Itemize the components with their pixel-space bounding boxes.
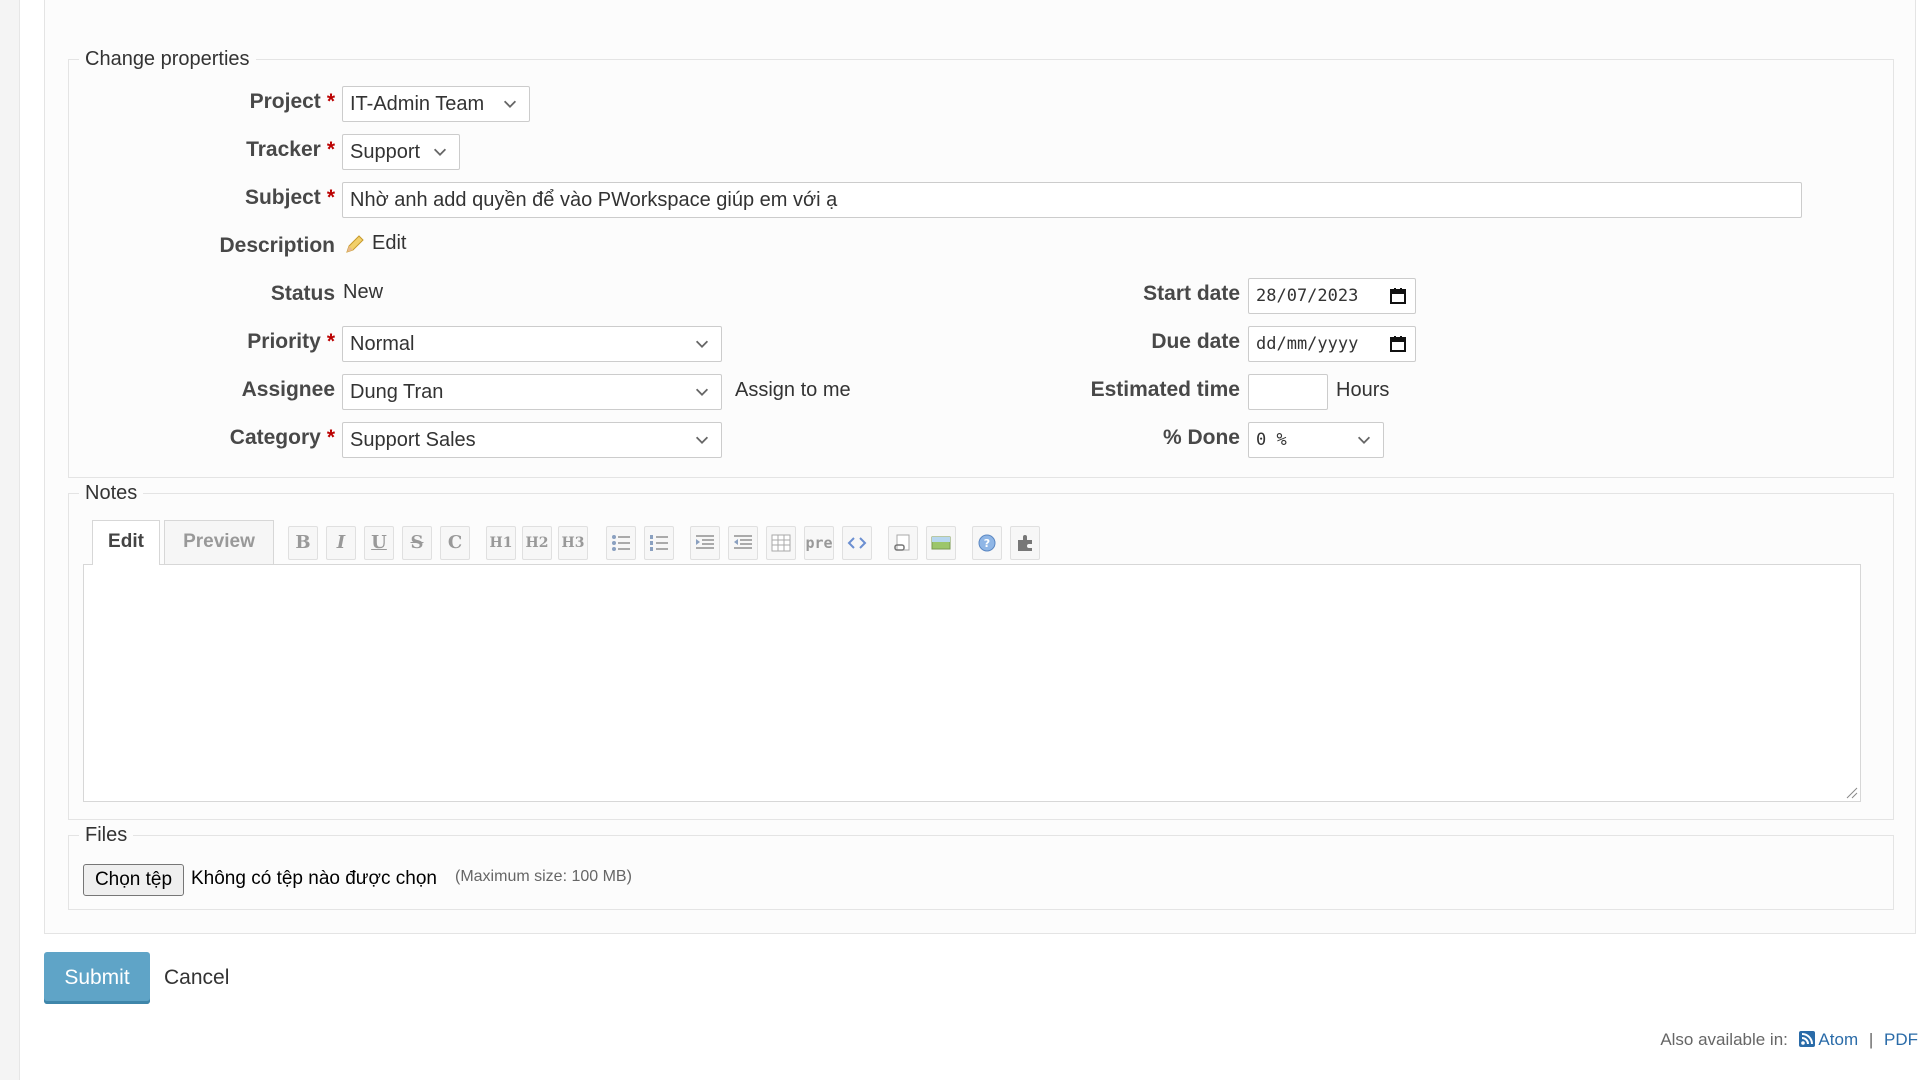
strikethrough-button[interactable]: S — [402, 526, 432, 560]
submit-button[interactable]: Submit — [44, 952, 150, 1004]
help-button[interactable]: ? — [972, 526, 1002, 560]
pdf-link[interactable]: PDF — [1884, 1030, 1918, 1049]
atom-link[interactable]: Atom — [1818, 1030, 1858, 1049]
calendar-icon[interactable] — [1389, 287, 1407, 305]
chevron-down-icon — [695, 436, 709, 444]
notes-textarea[interactable] — [83, 564, 1861, 802]
numbered-list-icon — [650, 535, 668, 551]
priority-select[interactable]: Normal — [342, 326, 722, 362]
chevron-down-icon — [1357, 436, 1371, 444]
notes-legend: Notes — [85, 482, 138, 504]
project-label: Project * — [249, 90, 335, 113]
due-date-label: Due date — [1151, 330, 1240, 353]
footer-separator: | — [1868, 1030, 1874, 1049]
code-highlight-button[interactable] — [842, 526, 872, 560]
tracker-label: Tracker * — [246, 138, 335, 161]
svg-text:?: ? — [984, 537, 990, 550]
chevron-down-icon — [695, 388, 709, 396]
description-label: Description — [219, 234, 335, 257]
resize-grip-icon[interactable] — [1844, 785, 1858, 799]
assignee-select[interactable]: Dung Tran — [342, 374, 722, 410]
help-icon: ? — [978, 534, 996, 552]
bullet-list-icon — [612, 535, 630, 551]
project-select[interactable]: IT-Admin Team — [342, 86, 530, 122]
hours-unit: Hours — [1336, 379, 1390, 401]
chevron-down-icon — [433, 148, 447, 156]
unblockquote-button[interactable] — [728, 526, 758, 560]
chevron-down-icon — [503, 100, 517, 108]
description-edit-link[interactable]: Edit — [372, 232, 406, 255]
unordered-list-button[interactable] — [606, 526, 636, 560]
choose-file-button[interactable]: Chọn tệp — [83, 864, 184, 896]
puzzle-icon — [1018, 535, 1032, 551]
code-brackets-icon — [847, 537, 867, 549]
calendar-icon[interactable] — [1389, 335, 1407, 353]
table-icon — [771, 534, 791, 552]
done-ratio-select[interactable]: 0 % — [1248, 422, 1384, 458]
files-fieldset: Files — [68, 824, 1894, 910]
category-label: Category * — [229, 426, 335, 449]
bold-button[interactable]: B — [288, 526, 318, 560]
heading2-button[interactable]: H2 — [522, 526, 552, 560]
start-date-input[interactable]: 28/07/2023 — [1248, 278, 1416, 314]
heading1-button[interactable]: H1 — [486, 526, 516, 560]
also-available-label: Also available in: — [1660, 1030, 1788, 1049]
preformatted-button[interactable]: pre — [804, 526, 834, 560]
other-formats: Also available in: Atom | PDF — [1660, 1030, 1918, 1050]
image-icon — [931, 536, 951, 550]
left-sidebar-strip — [0, 0, 20, 1080]
underline-button[interactable]: U — [364, 526, 394, 560]
pencil-icon — [346, 235, 364, 253]
max-size-hint: (Maximum size: 100 MB) — [455, 868, 632, 885]
done-ratio-label: % Done — [1162, 426, 1240, 449]
subject-input[interactable]: Nhờ anh add quyền để vào PWorkspace giúp… — [342, 182, 1802, 218]
priority-label: Priority * — [247, 330, 335, 353]
tracker-select[interactable]: Support — [342, 134, 460, 170]
link-page-icon — [894, 534, 910, 551]
start-date-label: Start date — [1143, 282, 1240, 305]
category-select[interactable]: Support Sales — [342, 422, 722, 458]
chevron-down-icon — [695, 340, 709, 348]
macro-button[interactable] — [1010, 526, 1040, 560]
status-value: New — [343, 281, 384, 303]
outdent-icon — [734, 535, 752, 549]
tab-edit[interactable]: Edit — [92, 520, 160, 565]
files-legend: Files — [85, 824, 128, 846]
ordered-list-button[interactable] — [644, 526, 674, 560]
change-properties-legend: Change properties — [85, 48, 250, 70]
inline-code-button[interactable]: C — [440, 526, 470, 560]
heading3-button[interactable]: H3 — [558, 526, 588, 560]
estimated-time-label: Estimated time — [1090, 378, 1240, 401]
italic-button[interactable]: I — [326, 526, 356, 560]
no-file-chosen-text: Không có tệp nào được chọn — [191, 868, 437, 889]
link-button[interactable] — [888, 526, 918, 560]
table-button[interactable] — [766, 526, 796, 560]
feed-icon — [1798, 1031, 1815, 1047]
tab-preview[interactable]: Preview — [164, 520, 274, 564]
assign-to-me-link[interactable]: Assign to me — [735, 379, 851, 402]
indent-icon — [696, 535, 714, 549]
status-label: Status — [270, 282, 335, 305]
estimated-time-input[interactable] — [1248, 374, 1328, 410]
subject-label: Subject * — [244, 186, 335, 209]
assignee-label: Assignee — [241, 378, 335, 401]
cancel-link[interactable]: Cancel — [164, 966, 229, 990]
blockquote-button[interactable] — [690, 526, 720, 560]
due-date-input[interactable]: dd/mm/yyyy — [1248, 326, 1416, 362]
image-button[interactable] — [926, 526, 956, 560]
